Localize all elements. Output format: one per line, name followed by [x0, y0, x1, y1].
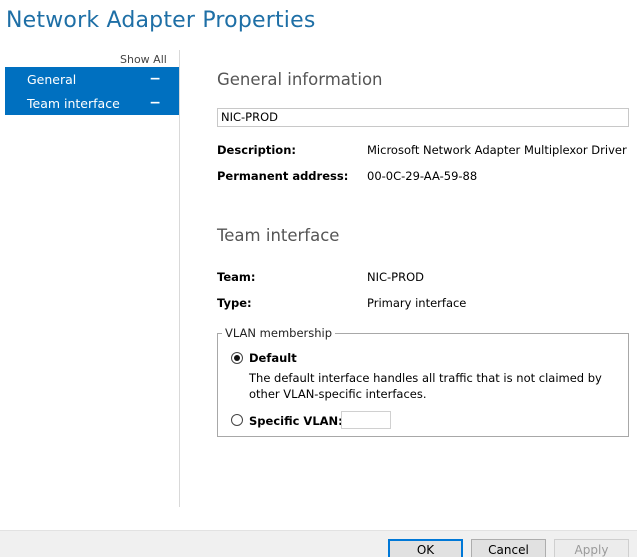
description-value: Microsoft Network Adapter Multiplexor Dr…	[367, 143, 627, 157]
specific-vlan-input[interactable]	[341, 411, 391, 429]
nav-item-label: Team interface	[27, 95, 120, 111]
panel-divider	[179, 50, 180, 507]
type-label: Type:	[217, 296, 252, 310]
vlan-membership-legend: VLAN membership	[222, 326, 336, 340]
apply-button[interactable]: Apply	[554, 539, 629, 557]
team-interface-heading: Team interface	[217, 226, 340, 245]
cancel-button[interactable]: Cancel	[471, 539, 546, 557]
description-label: Description:	[217, 143, 296, 157]
general-heading: General information	[217, 70, 383, 89]
default-description: The default interface handles all traffi…	[249, 371, 602, 401]
default-radio[interactable]	[231, 352, 243, 364]
nav-item-label: General	[27, 71, 77, 87]
nav-item-general[interactable]: General −	[5, 67, 179, 91]
type-value: Primary interface	[367, 296, 467, 310]
team-value: NIC-PROD	[367, 270, 425, 284]
team-label: Team:	[217, 270, 256, 284]
window-title: Network Adapter Properties	[6, 8, 316, 33]
specific-vlan-label[interactable]: Specific VLAN:	[249, 414, 343, 428]
show-all-link[interactable]: Show All	[120, 53, 167, 66]
collapse-icon[interactable]: −	[149, 71, 161, 87]
permanent-address-label: Permanent address:	[217, 169, 349, 183]
permanent-address-value: 00-0C-29-AA-59-88	[367, 169, 478, 183]
collapse-icon[interactable]: −	[149, 95, 161, 111]
adapter-name-field[interactable]: NIC-PROD	[217, 108, 629, 127]
nav-item-team-interface[interactable]: Team interface −	[5, 91, 179, 115]
default-radio-label[interactable]: Default	[249, 351, 297, 365]
ok-button[interactable]: OK	[388, 539, 463, 557]
specific-vlan-radio[interactable]	[231, 414, 243, 426]
section-nav: General − Team interface −	[5, 67, 179, 115]
